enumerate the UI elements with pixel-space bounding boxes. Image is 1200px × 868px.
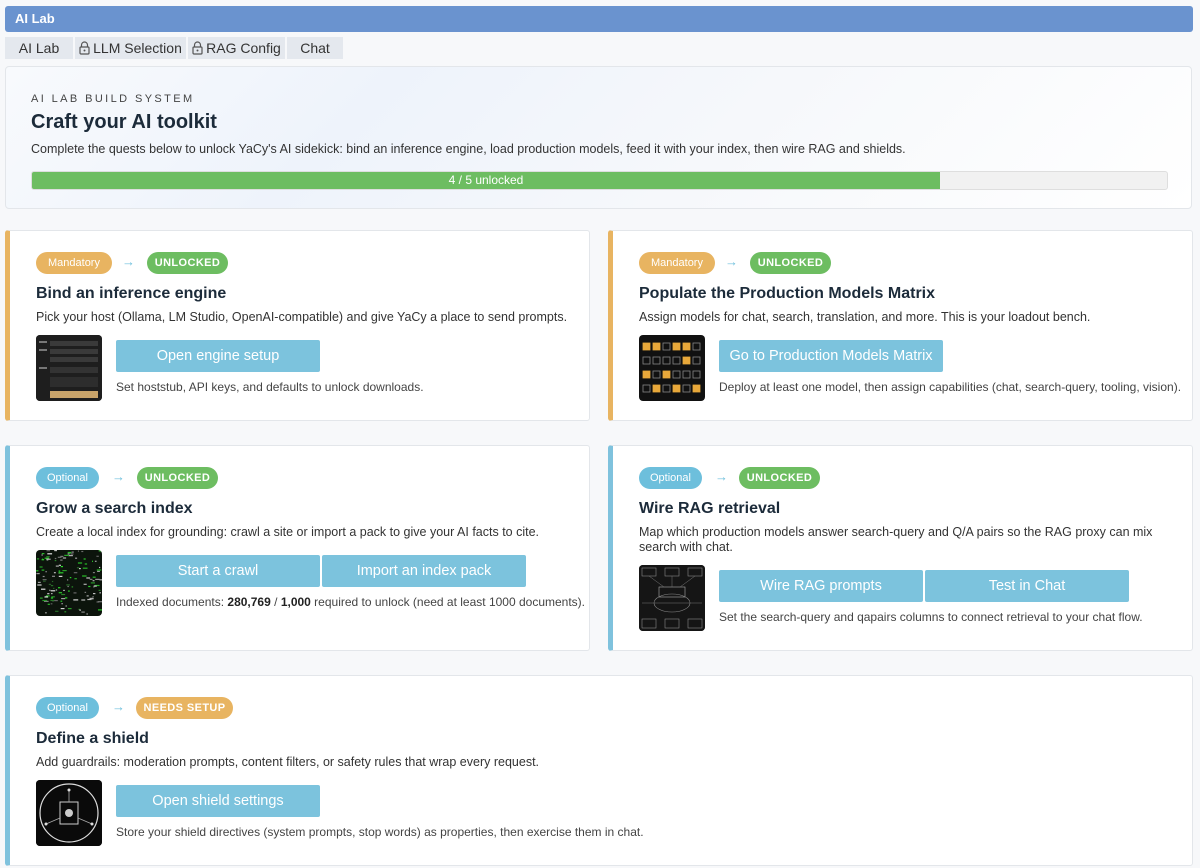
card-description: Assign models for chat, search, translat… [639, 310, 1091, 324]
tier-badge: Mandatory [36, 252, 112, 274]
status-badge: UNLOCKED [147, 252, 228, 274]
hero-panel: AI LAB BUILD SYSTEM Craft your AI toolki… [5, 66, 1192, 209]
models-matrix-thumbnail-icon [639, 335, 705, 401]
lock-icon [192, 41, 203, 55]
tab-label: RAG Config [206, 40, 281, 56]
card-hint: Deploy at least one model, then assign c… [719, 380, 1182, 394]
arrow-icon: → [112, 469, 125, 484]
rag-diagram-thumbnail-icon [639, 565, 705, 631]
hint-prefix: Indexed documents: [116, 595, 228, 609]
go-to-production-models-matrix-button[interactable]: Go to Production Models Matrix [719, 340, 943, 372]
tier-badge: Mandatory [639, 252, 715, 274]
tab-bar: AI Lab LLM Selection RAG Config Chat [5, 37, 345, 59]
open-shield-settings-button[interactable]: Open shield settings [116, 785, 320, 817]
quest-card-rag-retrieval: Optional → UNLOCKED Wire RAG retrieval M… [608, 445, 1193, 651]
engine-setup-thumbnail-icon [36, 335, 102, 401]
status-badge: NEEDS SETUP [136, 697, 233, 719]
import-index-pack-button[interactable]: Import an index pack [322, 555, 526, 587]
tier-badge: Optional [36, 467, 99, 489]
wire-rag-prompts-button[interactable]: Wire RAG prompts [719, 570, 923, 602]
quest-card-production-models: Mandatory → UNLOCKED Populate the Produc… [608, 230, 1193, 421]
card-hint: Set hoststub, API keys, and defaults to … [116, 380, 424, 394]
tab-chat[interactable]: Chat [287, 37, 343, 59]
indexed-count: 280,769 [227, 595, 271, 609]
status-badge: UNLOCKED [750, 252, 831, 274]
arrow-icon: → [112, 699, 125, 714]
card-description: Map which production models answer searc… [639, 525, 1153, 554]
card-title: Populate the Production Models Matrix [639, 285, 936, 302]
tab-label: LLM Selection [93, 40, 182, 56]
card-title: Grow a search index [36, 500, 193, 517]
card-title: Wire RAG retrieval [639, 500, 781, 517]
card-description: Add guardrails: moderation prompts, cont… [36, 755, 540, 769]
tier-badge: Optional [639, 467, 702, 489]
shield-thumbnail-icon [36, 780, 102, 846]
search-index-thumbnail-icon [36, 550, 102, 616]
card-hint: Store your shield directives (system pro… [116, 825, 644, 839]
card-description: Pick your host (Ollama, LM Studio, OpenA… [36, 310, 568, 324]
arrow-icon: → [122, 254, 135, 269]
test-in-chat-button[interactable]: Test in Chat [925, 570, 1129, 602]
open-engine-setup-button[interactable]: Open engine setup [116, 340, 320, 372]
hint-separator: / [270, 595, 281, 609]
start-crawl-button[interactable]: Start a crawl [116, 555, 320, 587]
card-hint: Indexed documents: 280,769 / 1,000 requi… [116, 595, 585, 609]
tab-rag-config[interactable]: RAG Config [188, 37, 285, 59]
card-title: Bind an inference engine [36, 285, 227, 302]
tab-label: Chat [300, 40, 330, 56]
quest-card-shield: Optional → NEEDS SETUP Define a shield A… [5, 675, 1193, 866]
card-hint: Set the search-query and qapairs columns… [719, 610, 1143, 624]
quest-card-inference-engine: Mandatory → UNLOCKED Bind an inference e… [5, 230, 590, 421]
arrow-icon: → [725, 254, 738, 269]
arrow-icon: → [715, 469, 728, 484]
tab-label: AI Lab [18, 40, 60, 56]
page-title: Craft your AI toolkit [31, 111, 217, 133]
tab-ai-lab[interactable]: AI Lab [5, 37, 73, 59]
unlock-progress-bar: 4 / 5 unlocked [31, 171, 1168, 190]
hero-description: Complete the quests below to unlock YaCy… [31, 142, 906, 156]
status-badge: UNLOCKED [739, 467, 820, 489]
hint-suffix: required to unlock (need at least 1000 d… [310, 595, 586, 609]
quest-card-search-index: Optional → UNLOCKED Grow a search index … [5, 445, 590, 651]
progress-label: 4 / 5 unlocked [448, 173, 524, 187]
card-description: Create a local index for grounding: craw… [36, 525, 540, 539]
card-title: Define a shield [36, 730, 149, 747]
tab-llm-selection[interactable]: LLM Selection [75, 37, 186, 59]
window-title: AI Lab [5, 6, 1193, 32]
lock-icon [79, 41, 90, 55]
hero-eyebrow: AI LAB BUILD SYSTEM [31, 93, 195, 105]
required-count: 1,000 [280, 595, 311, 609]
tier-badge: Optional [36, 697, 99, 719]
status-badge: UNLOCKED [137, 467, 218, 489]
